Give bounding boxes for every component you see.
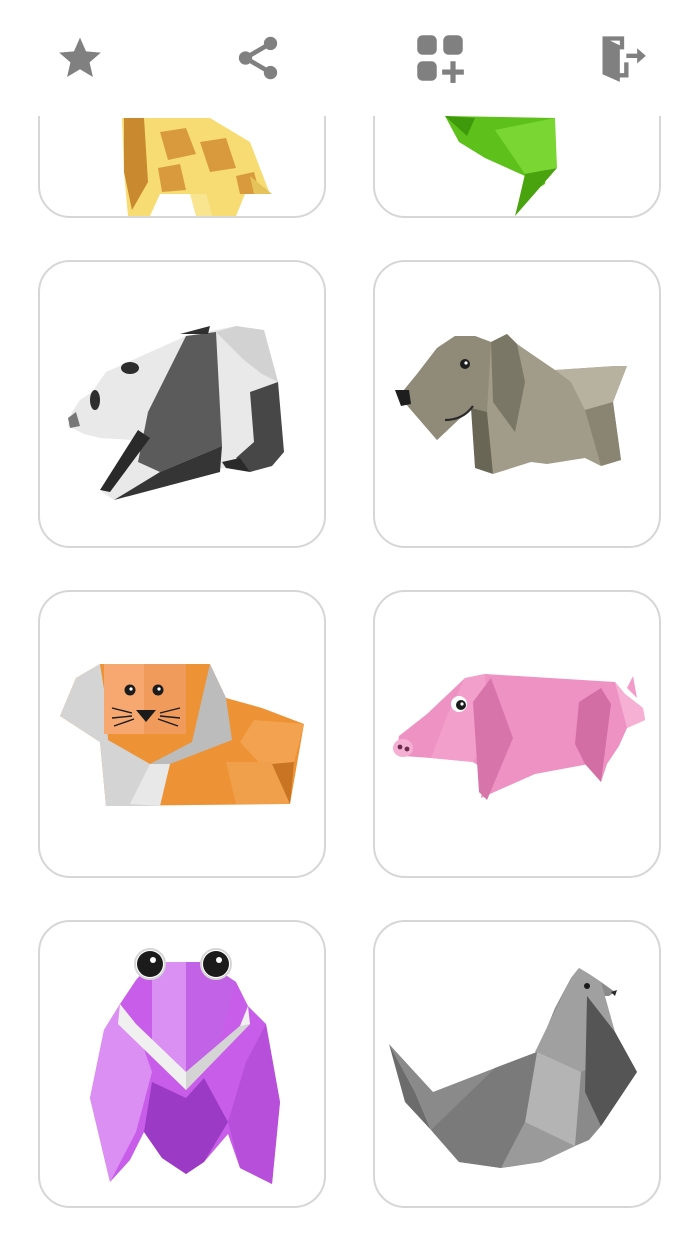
add-more-button[interactable] — [412, 30, 468, 86]
animal-grid — [0, 116, 700, 1244]
giraffe-icon — [122, 118, 272, 216]
animal-card-cicada[interactable] — [38, 920, 326, 1208]
frog-icon — [445, 116, 557, 216]
animal-card-frog[interactable] — [373, 116, 661, 218]
share-icon — [238, 36, 278, 80]
share-button[interactable] — [230, 30, 286, 86]
seal-icon — [389, 968, 637, 1168]
add-grid-icon — [417, 35, 464, 83]
cicada-icon — [90, 948, 280, 1184]
animal-card-giraffe[interactable] — [38, 116, 326, 218]
exit-icon — [602, 36, 646, 82]
top-toolbar — [0, 0, 700, 116]
animal-card-panda[interactable] — [38, 260, 326, 548]
pig-icon — [393, 674, 645, 800]
star-icon — [59, 37, 101, 77]
dog-icon — [395, 334, 627, 474]
favorites-button[interactable] — [52, 30, 108, 86]
lion-icon — [60, 664, 304, 806]
animal-card-seal[interactable] — [373, 920, 661, 1208]
animal-card-pig[interactable] — [373, 590, 661, 878]
exit-button[interactable] — [594, 30, 650, 86]
animal-card-dog[interactable] — [373, 260, 661, 548]
panda-icon — [68, 326, 284, 500]
animal-card-lion[interactable] — [38, 590, 326, 878]
